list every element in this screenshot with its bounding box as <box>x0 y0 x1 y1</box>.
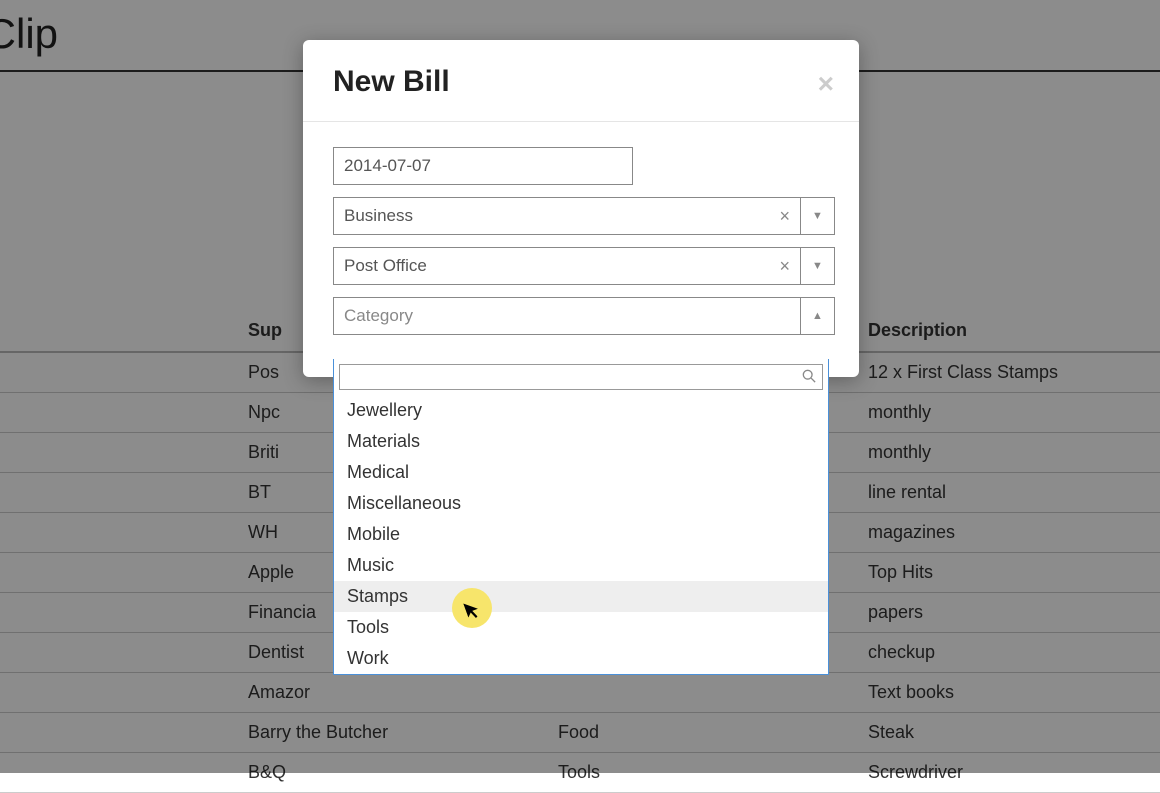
chevron-down-icon[interactable]: ▼ <box>800 198 834 234</box>
customer-value: Business <box>334 206 769 226</box>
dropdown-item[interactable]: Jewellery <box>334 395 828 426</box>
modal-body: Business × ▼ Post Office × ▼ Category ▲ <box>303 122 859 377</box>
search-icon <box>802 369 816 387</box>
date-input[interactable] <box>333 147 633 185</box>
category-placeholder: Category <box>334 306 800 326</box>
modal-header: New Bill × <box>303 40 859 122</box>
dropdown-item[interactable]: Music <box>334 550 828 581</box>
dropdown-item[interactable]: Miscellaneous <box>334 488 828 519</box>
chevron-down-icon[interactable]: ▼ <box>800 248 834 284</box>
chevron-up-icon[interactable]: ▲ <box>800 298 834 334</box>
dropdown-item[interactable]: Medical <box>334 457 828 488</box>
category-select[interactable]: Category ▲ <box>333 297 835 335</box>
dropdown-search-input[interactable] <box>339 364 823 390</box>
dropdown-item[interactable]: Work <box>334 643 828 674</box>
dropdown-list: JewelleryMaterialsMedicalMiscellaneousMo… <box>334 395 828 674</box>
supplier-select[interactable]: Post Office × ▼ <box>333 247 835 285</box>
dropdown-item[interactable]: Tools <box>334 612 828 643</box>
close-icon[interactable]: × <box>818 70 834 98</box>
customer-select[interactable]: Business × ▼ <box>333 197 835 235</box>
dropdown-item[interactable]: Materials <box>334 426 828 457</box>
clear-icon[interactable]: × <box>769 256 800 277</box>
new-bill-modal: New Bill × Business × ▼ Post Office × ▼ <box>303 40 859 377</box>
dropdown-item[interactable]: Stamps <box>334 581 828 612</box>
clear-icon[interactable]: × <box>769 206 800 227</box>
supplier-value: Post Office <box>334 256 769 276</box>
modal-title: New Bill <box>333 65 829 99</box>
dropdown-item[interactable]: Mobile <box>334 519 828 550</box>
category-dropdown: JewelleryMaterialsMedicalMiscellaneousMo… <box>333 359 829 675</box>
